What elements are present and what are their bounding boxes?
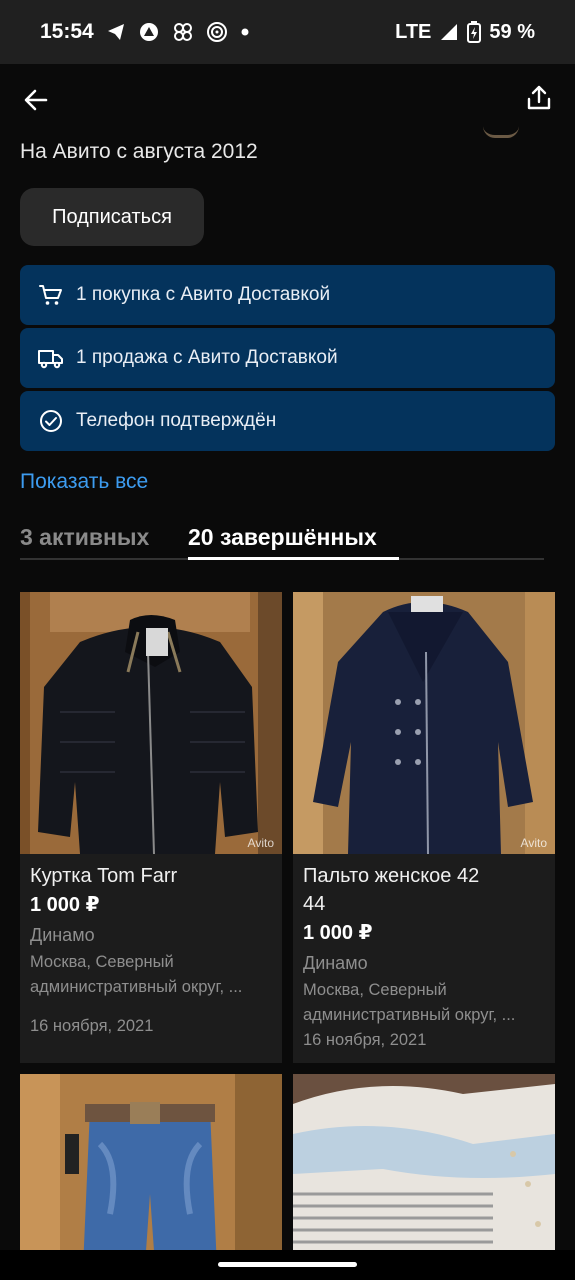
truck-icon <box>38 345 64 371</box>
show-all-link[interactable]: Показать все <box>20 470 148 494</box>
app-notification-icon <box>138 21 160 43</box>
avito-watermark: Avito <box>520 836 547 850</box>
listing-metro: Динамо <box>30 925 95 945</box>
listing-card[interactable]: Avito Куртка Tom Farr 1 000 ₽ Динамо Мос… <box>20 592 282 1063</box>
badge-text: 1 покупка с Авито Доставкой <box>76 284 331 305</box>
listing-address: Москва, Северный <box>30 953 174 971</box>
listing-address: Москва, Северный <box>303 981 447 999</box>
badge-sale-delivery[interactable]: 1 продажа с Авито Доставкой <box>20 328 555 388</box>
top-app-bar <box>0 64 575 138</box>
listing-photo: Avito <box>293 592 555 854</box>
badge-phone-verified[interactable]: Телефон подтверждён <box>20 391 555 451</box>
share-button[interactable] <box>521 80 557 116</box>
listing-date: 16 ноября, 2021 <box>303 1031 427 1049</box>
badge-text: Телефон подтверждён <box>76 410 277 431</box>
listing-photo: Avito <box>20 592 282 854</box>
listing-title: Пальто женское 42 <box>303 865 480 887</box>
subscribe-button[interactable]: Подписаться <box>20 188 204 246</box>
listing-address: административный округ, ... <box>30 978 243 996</box>
member-since-text: На Авито с августа 2012 <box>20 140 258 163</box>
more-notifications-dot-icon <box>240 27 250 37</box>
listing-card[interactable] <box>293 1074 555 1250</box>
listing-address: административный округ, ... <box>303 1006 516 1024</box>
spiral-icon <box>206 21 228 43</box>
seller-profile-screen: На Авито с августа 2012 Подписаться 1 по… <box>0 64 575 1250</box>
back-button[interactable] <box>18 82 54 118</box>
tab-active[interactable]: 3 активных <box>20 524 149 551</box>
listing-title: Куртка Tom Farr <box>30 865 178 887</box>
pinwheel-icon <box>172 21 194 43</box>
listing-price: 1 000 ₽ <box>303 922 373 944</box>
listing-metro: Динамо <box>303 953 368 973</box>
listing-price: 1 000 ₽ <box>30 894 100 916</box>
status-time: 15:54 <box>40 20 94 43</box>
arrow-left-icon <box>24 89 48 111</box>
badge-purchase-delivery[interactable]: 1 покупка с Авито Доставкой <box>20 265 555 325</box>
gesture-handle[interactable] <box>218 1262 357 1267</box>
tab-completed[interactable]: 20 завершённых <box>188 524 377 551</box>
avatar <box>483 126 519 138</box>
listing-photo <box>20 1074 282 1250</box>
listing-tabs: 3 активных 20 завершённых <box>20 520 544 560</box>
listing-card[interactable] <box>20 1074 282 1250</box>
system-navigation-bar <box>0 1250 575 1280</box>
check-circle-icon <box>38 408 64 434</box>
signal-icon <box>439 22 459 42</box>
battery-icon <box>467 21 482 43</box>
status-bar: 15:54 LTE 59 % <box>0 0 575 64</box>
telegram-icon <box>106 22 126 42</box>
listing-card[interactable]: Avito Пальто женское 42 44 1 000 ₽ Динам… <box>293 592 555 1063</box>
cart-icon <box>38 282 64 308</box>
avito-watermark: Avito <box>247 836 274 850</box>
listing-photo <box>293 1074 555 1250</box>
tab-indicator <box>188 557 399 560</box>
share-icon <box>527 85 551 110</box>
battery-level: 59 % <box>489 20 535 43</box>
badge-text: 1 продажа с Авито Доставкой <box>76 347 338 368</box>
listing-title-continued: 44 <box>303 893 326 915</box>
network-type: LTE <box>395 20 432 43</box>
listing-date: 16 ноября, 2021 <box>30 1017 154 1035</box>
